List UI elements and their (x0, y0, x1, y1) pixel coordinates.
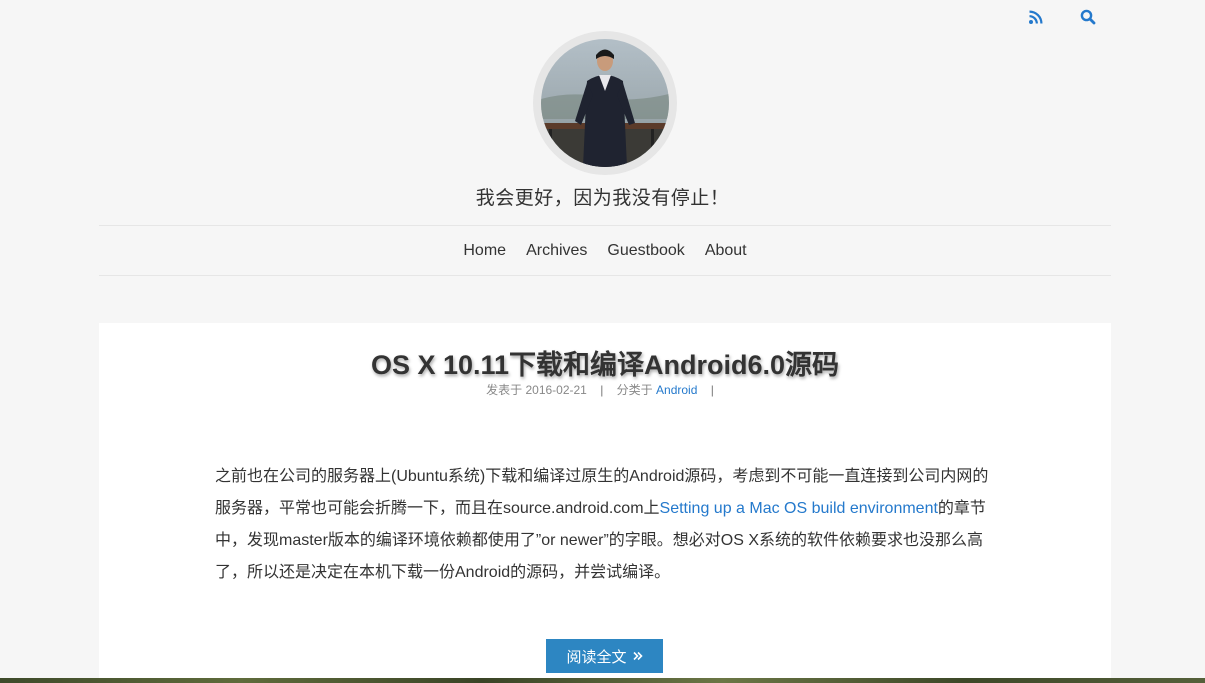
published-prefix: 发表于 (486, 383, 523, 397)
main-nav: Home Archives Guestbook About (99, 225, 1111, 276)
search-icon[interactable] (1079, 8, 1097, 26)
background-image-strip (0, 678, 1205, 683)
read-more-button[interactable]: 阅读全文 (546, 639, 663, 673)
post-excerpt: 之前也在公司的服务器上(Ubuntu系统)下载和编译过原生的Android源码，… (215, 461, 997, 589)
double-chevron-right-icon (632, 651, 643, 661)
post-title[interactable]: OS X 10.11下载和编译Android6.0源码 (99, 343, 1111, 382)
category-link[interactable]: Android (656, 383, 697, 397)
post-date: 2016-02-21 (525, 383, 587, 397)
meta-separator-end: | (710, 383, 714, 397)
nav-item-archives[interactable]: Archives (526, 242, 587, 260)
excerpt-link[interactable]: Setting up a Mac OS build environment (660, 500, 938, 517)
nav-item-home[interactable]: Home (463, 242, 506, 260)
post-meta: 发表于 2016-02-21 | 分类于 Android | (99, 381, 1111, 398)
header-icons (1027, 8, 1097, 26)
read-more-label: 阅读全文 (566, 648, 627, 666)
avatar-frame (533, 31, 677, 175)
post-card: OS X 10.11下载和编译Android6.0源码 发表于 2016-02-… (99, 323, 1111, 683)
nav-item-about[interactable]: About (705, 242, 747, 260)
nav-item-guestbook[interactable]: Guestbook (607, 242, 684, 260)
avatar[interactable] (541, 39, 669, 167)
rss-icon[interactable] (1027, 8, 1045, 26)
site-tagline: 我会更好，因为我没有停止！ (475, 188, 730, 209)
meta-separator: | (600, 383, 604, 397)
page: 我会更好，因为我没有停止！ Home Archives Guestbook Ab… (0, 0, 1205, 683)
category-prefix: 分类于 (616, 383, 653, 397)
